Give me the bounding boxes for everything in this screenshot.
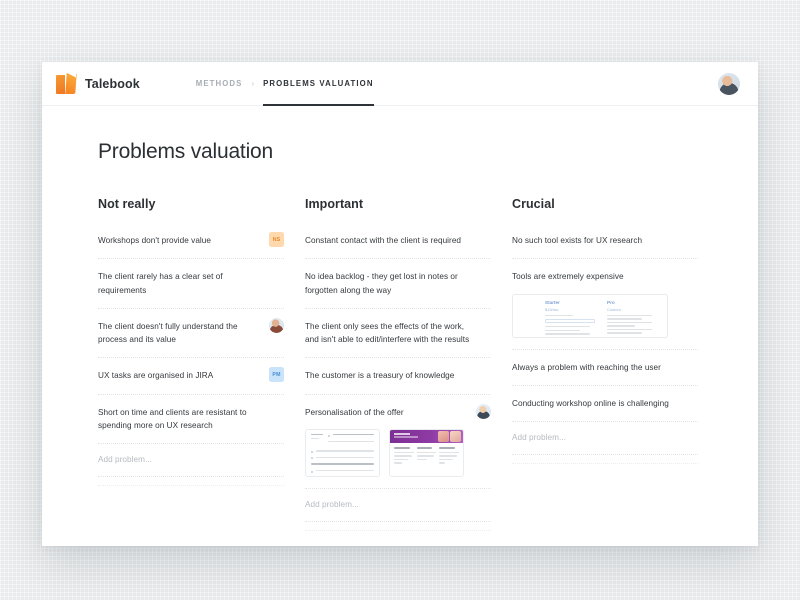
brand-logo[interactable]: Talebook [56,72,140,95]
breadcrumb: METHODS › PROBLEMS VALUATION [196,62,374,106]
problem-item[interactable]: Personalisation of the offer [305,403,491,489]
problem-item[interactable]: Always a problem with reaching the user [512,361,698,386]
columns-container: Not really Workshops don't provide value… [98,197,702,531]
website-thumbnail[interactable] [389,428,464,477]
assignee-avatar-icon[interactable] [269,317,284,333]
document-thumbnail[interactable] [305,428,380,477]
problem-item[interactable]: The client doesn't fully understand the … [98,317,284,359]
problem-item[interactable]: Short on time and clients are resistant … [98,406,284,445]
app-header: Talebook METHODS › PROBLEMS VALUATION [42,62,758,106]
problem-item[interactable]: UX tasks are organised in JIRA PM [98,367,284,395]
problem-text: The client rarely has a clear set of req… [98,272,223,295]
column-crucial: Crucial No such tool exists for UX resea… [512,197,698,531]
app-window: Talebook METHODS › PROBLEMS VALUATION Pr… [42,62,758,546]
problem-text: The client doesn't fully understand the … [98,321,238,345]
breadcrumb-item-problems-valuation[interactable]: PROBLEMS VALUATION [263,62,374,106]
page-content: Problems valuation Not really Workshops … [42,106,758,531]
column-title: Crucial [512,197,555,211]
divider [98,485,284,487]
add-problem-input[interactable]: Add problem... [98,455,284,478]
divider [512,463,698,465]
problem-text: Constant contact with the client is requ… [305,236,462,245]
user-avatar[interactable] [718,73,740,95]
problem-text: The client only sees the effects of the … [305,321,470,345]
add-problem-input[interactable]: Add problem... [305,500,491,522]
problem-text: Short on time and clients are resistant … [98,407,247,430]
talebook-book-logo-icon [56,72,77,95]
problem-text: Conducting workshop online is challengin… [512,398,669,408]
assignee-avatar-icon[interactable] [476,403,491,419]
problem-text: No idea backlog - they get lost in notes… [305,272,458,295]
chevron-right-icon: › [251,79,255,88]
problem-text: No such tool exists for UX research [512,236,643,245]
problem-item[interactable]: Constant contact with the client is requ… [305,234,491,260]
problem-item[interactable]: No such tool exists for UX research [512,234,698,260]
problem-item[interactable]: The customer is a treasury of knowledge [305,369,491,395]
problem-text: UX tasks are organised in JIRA [98,371,214,381]
problem-item[interactable]: Conducting workshop online is challengin… [512,397,698,423]
problem-text: Workshops don't provide value [98,236,212,245]
divider [305,529,491,531]
column-important: Important Constant contact with the clie… [305,197,491,531]
problem-item[interactable]: The client rarely has a clear set of req… [98,270,284,309]
problem-text: The customer is a treasury of knowledge [305,371,455,381]
pricing-table-thumbnail[interactable]: Starter $19/mo Pro Custom [512,293,668,338]
brand-name: Talebook [85,76,140,91]
page-title: Problems valuation [98,140,273,163]
column-not-really: Not really Workshops don't provide value… [98,197,284,531]
assignee-initials-badge[interactable]: NS [269,232,284,247]
column-title: Important [305,197,364,211]
problem-text: Tools are extremely expensive [512,272,624,282]
problem-item[interactable]: The client only sees the effects of the … [305,320,491,359]
attachment-thumbnails [305,428,491,477]
plan-name: Pro [607,299,615,305]
plan-price: $19/mo [545,306,559,312]
problem-text: Personalisation of the offer [305,407,404,417]
problem-item[interactable]: Tools are extremely expensive Starter $1… [512,270,698,350]
problem-item[interactable]: No idea backlog - they get lost in notes… [305,270,491,309]
plan-price: Custom [607,306,621,312]
problem-item[interactable]: Workshops don't provide value NS [98,232,284,260]
column-title: Not really [98,197,156,211]
plan-name: Starter [545,299,560,305]
problem-text: Always a problem with reaching the user [512,362,661,372]
assignee-initials-badge[interactable]: PM [269,367,284,383]
attachment-thumbnails: Starter $19/mo Pro Custom [512,293,698,338]
breadcrumb-item-methods[interactable]: METHODS [196,62,243,106]
add-problem-input[interactable]: Add problem... [512,433,698,456]
